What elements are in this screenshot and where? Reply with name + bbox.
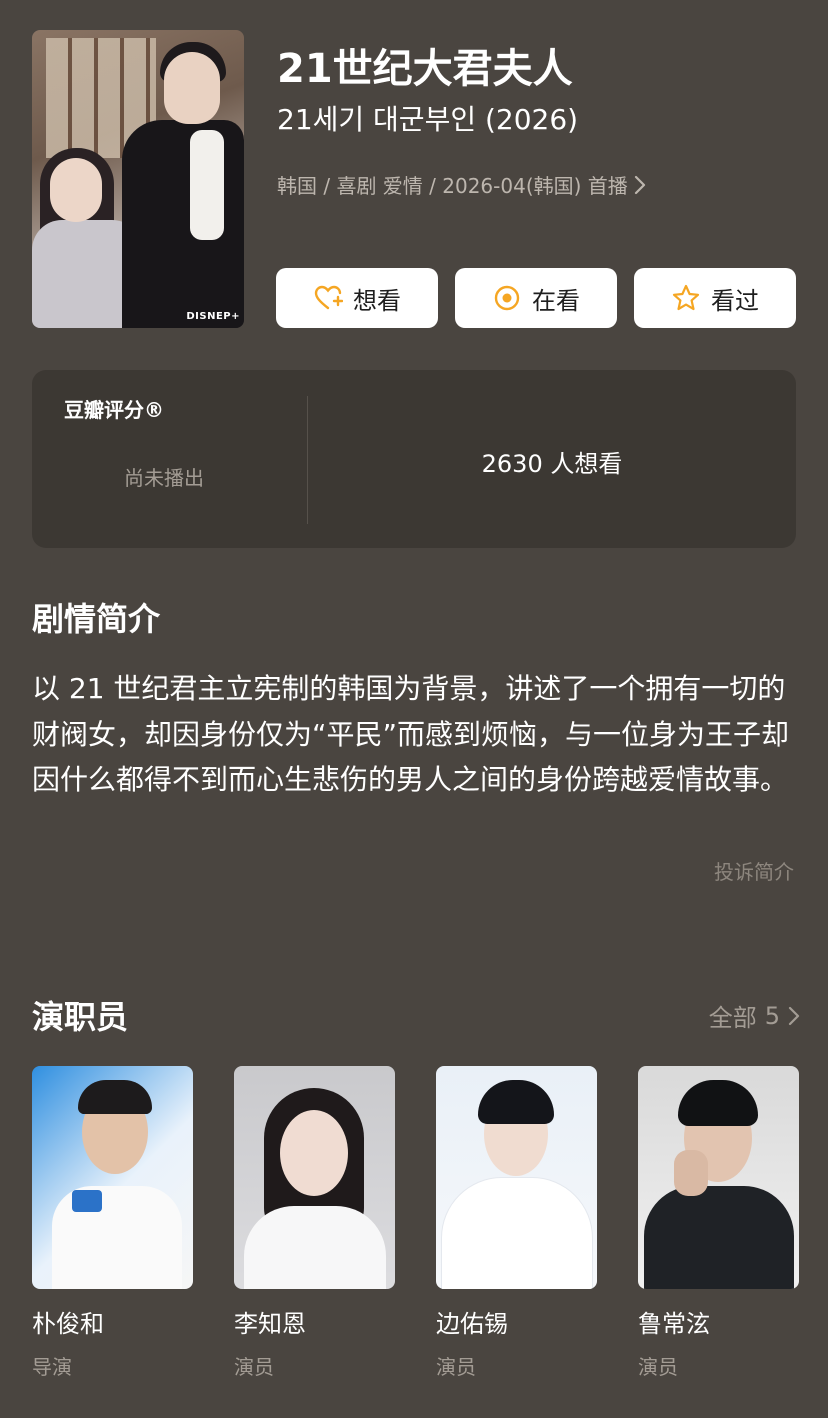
chevron-right-icon bbox=[788, 1006, 800, 1025]
poster-figure-collar bbox=[190, 130, 224, 240]
star-icon bbox=[672, 284, 700, 311]
meta-info-text: 韩国 / 喜剧 爱情 / 2026-04(韩国) 首播 bbox=[277, 174, 628, 198]
synopsis-text[interactable]: 以 21 世纪君主立宪制的韩国为背景，讲述了一个拥有一切的财阀女，却因身份仅为“… bbox=[32, 666, 796, 803]
watched-label: 看过 bbox=[711, 286, 759, 315]
watched-button[interactable]: 看过 bbox=[634, 268, 796, 328]
cast-role: 演员 bbox=[436, 1355, 476, 1379]
cast-role: 演员 bbox=[234, 1355, 274, 1379]
cast-name: 鲁常泫 bbox=[638, 1310, 710, 1338]
want-count: 2630 人想看 bbox=[481, 450, 623, 478]
rating-label: 豆瓣评分® bbox=[64, 398, 164, 422]
cast-all-link[interactable]: 全部 5 bbox=[709, 998, 800, 1033]
poster-figure-face bbox=[50, 158, 102, 222]
cast-figure-hand bbox=[674, 1150, 708, 1196]
cast-figure-body bbox=[244, 1206, 386, 1289]
cast-count: 5 bbox=[764, 1001, 780, 1030]
target-icon bbox=[494, 285, 520, 311]
poster-figure-man bbox=[122, 120, 244, 328]
watching-label: 在看 bbox=[532, 286, 580, 315]
watching-button[interactable]: 在看 bbox=[455, 268, 617, 328]
rating-status: 尚未播出 bbox=[124, 466, 204, 490]
cast-figure-hair bbox=[478, 1080, 554, 1124]
poster-image[interactable]: DISNEP+ bbox=[32, 30, 244, 328]
cast-figure-body bbox=[644, 1186, 794, 1289]
action-buttons: 想看 在看 看过 bbox=[276, 268, 796, 328]
heart-plus-icon bbox=[314, 285, 343, 310]
cast-photo bbox=[32, 1066, 193, 1289]
cast-figure-face bbox=[280, 1110, 348, 1196]
movie-detail-page: DISNEP+ 21世纪大君夫人 21세기 대군부인 (2026) 韩国 / 喜… bbox=[0, 0, 828, 1418]
microphone-icon bbox=[72, 1190, 102, 1212]
poster-brand-logo: DISNEP+ bbox=[186, 311, 240, 322]
cast-figure-hair bbox=[678, 1080, 758, 1126]
cast-photo bbox=[234, 1066, 395, 1289]
original-title: 21세기 대군부인 (2026) bbox=[277, 103, 579, 136]
chevron-right-icon bbox=[634, 175, 645, 194]
want-to-watch-button[interactable]: 想看 bbox=[276, 268, 438, 328]
want-to-watch-label: 想看 bbox=[353, 286, 401, 315]
synopsis-title: 剧情简介 bbox=[32, 600, 161, 638]
cast-figure-body bbox=[442, 1178, 592, 1289]
cast-member[interactable]: 朴俊和 导演 bbox=[32, 1066, 193, 1380]
meta-info-link[interactable]: 韩国 / 喜剧 爱情 / 2026-04(韩国) 首播 bbox=[277, 170, 646, 199]
page-title: 21世纪大君夫人 bbox=[277, 46, 573, 92]
report-synopsis-link[interactable]: 投诉简介 bbox=[714, 856, 794, 885]
cast-name: 朴俊和 bbox=[32, 1310, 104, 1338]
poster-figure-face-2 bbox=[164, 52, 220, 124]
cast-section-title: 演职员 bbox=[32, 998, 129, 1036]
cast-list: 朴俊和 导演 李知恩 演员 边佑锡 演员 鲁常泫 演员 bbox=[32, 1066, 799, 1380]
cast-name: 李知恩 bbox=[234, 1310, 306, 1338]
cast-figure-hair bbox=[78, 1080, 152, 1114]
cast-photo bbox=[436, 1066, 597, 1289]
cast-member[interactable]: 鲁常泫 演员 bbox=[638, 1066, 799, 1380]
cast-all-label: 全部 bbox=[708, 1004, 757, 1032]
rating-card[interactable]: 豆瓣评分® 尚未播出 2630 人想看 bbox=[32, 370, 796, 548]
cast-role: 导演 bbox=[32, 1355, 72, 1379]
cast-role: 演员 bbox=[638, 1355, 678, 1379]
cast-name: 边佑锡 bbox=[436, 1310, 508, 1338]
cast-member[interactable]: 李知恩 演员 bbox=[234, 1066, 395, 1380]
cast-member[interactable]: 边佑锡 演员 bbox=[436, 1066, 597, 1380]
cast-photo bbox=[638, 1066, 799, 1289]
